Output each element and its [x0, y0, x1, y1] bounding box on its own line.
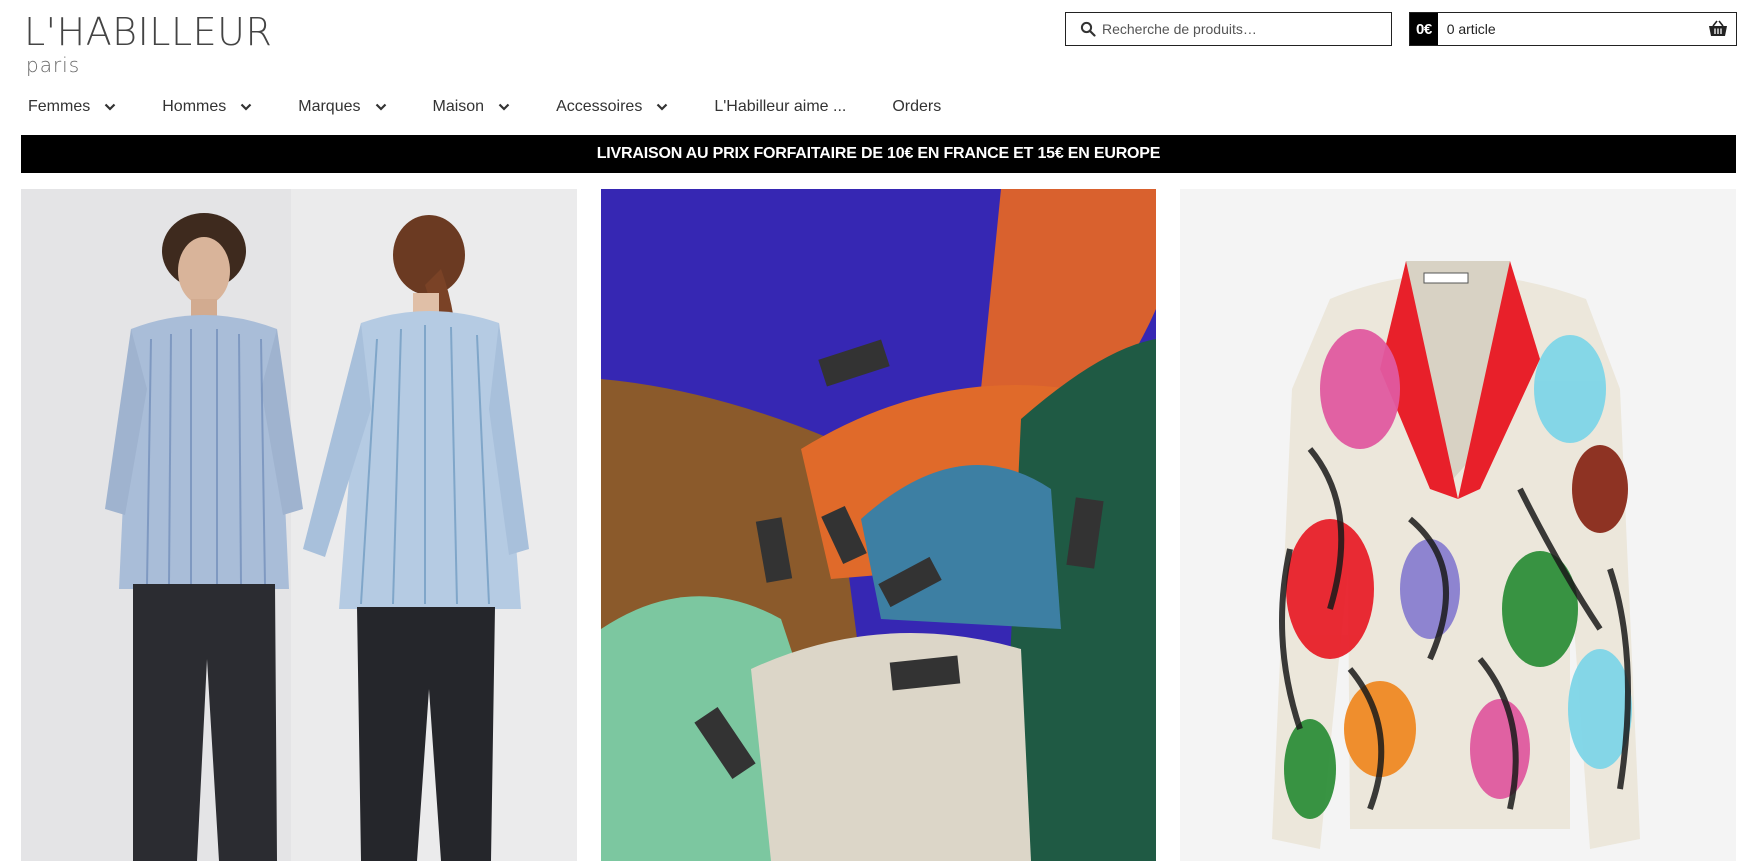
nav-item-label: Marques — [298, 98, 361, 115]
nav-item-label: Orders — [892, 98, 942, 115]
search-icon — [1080, 21, 1096, 37]
shipping-banner-text: LIVRAISON AU PRIX FORFAITAIRE DE 10€ EN … — [596, 145, 1161, 162]
logo-main-text: L'HABILLEUR — [24, 10, 273, 54]
nav-item-label: Femmes — [28, 98, 91, 115]
nav-item-maison[interactable]: Maison — [423, 98, 511, 116]
nav-item-label: Accessoires — [556, 98, 643, 115]
product-tile-shirts[interactable] — [21, 189, 577, 861]
nav-item-label: L'Habilleur aime ... — [714, 98, 847, 115]
logo-sub-text: Paris — [26, 53, 81, 77]
chevron-down-icon — [498, 103, 510, 111]
nav-item-hommes[interactable]: Hommes — [152, 98, 252, 116]
chevron-down-icon — [240, 103, 252, 111]
chevron-down-icon — [657, 103, 668, 111]
nav-item-femmes[interactable]: Femmes — [18, 98, 116, 116]
search-input[interactable] — [1102, 21, 1382, 37]
shirt-models-image — [21, 189, 577, 861]
nav-item-marques[interactable]: Marques — [288, 98, 386, 116]
product-search[interactable] — [1065, 12, 1392, 46]
sweaters-flatlay-image — [601, 189, 1156, 861]
product-tile-sweaters[interactable] — [601, 189, 1156, 861]
printed-jacket-image — [1180, 189, 1736, 861]
nav-item-orders[interactable]: Orders — [882, 98, 941, 116]
cart-widget[interactable]: 0€ 0 article — [1409, 12, 1737, 46]
nav-item-label: Hommes — [162, 98, 227, 115]
chevron-down-icon — [375, 103, 386, 111]
cart-count: 0 article — [1446, 21, 1496, 37]
shipping-banner: LIVRAISON AU PRIX FORFAITAIRE DE 10€ EN … — [21, 135, 1736, 173]
product-tile-jacket[interactable] — [1180, 189, 1736, 861]
main-nav: Femmes Hommes Marques Maison Accessoires… — [18, 92, 977, 122]
basket-icon — [1709, 20, 1727, 36]
chevron-down-icon — [104, 103, 116, 111]
nav-item-habilleur-aime[interactable]: L'Habilleur aime ... — [704, 98, 846, 116]
site-logo[interactable]: L'HABILLEUR Paris — [24, 10, 273, 80]
nav-item-accessoires[interactable]: Accessoires — [546, 98, 668, 116]
cart-total: 0€ — [1410, 13, 1438, 45]
nav-item-label: Maison — [432, 98, 485, 115]
